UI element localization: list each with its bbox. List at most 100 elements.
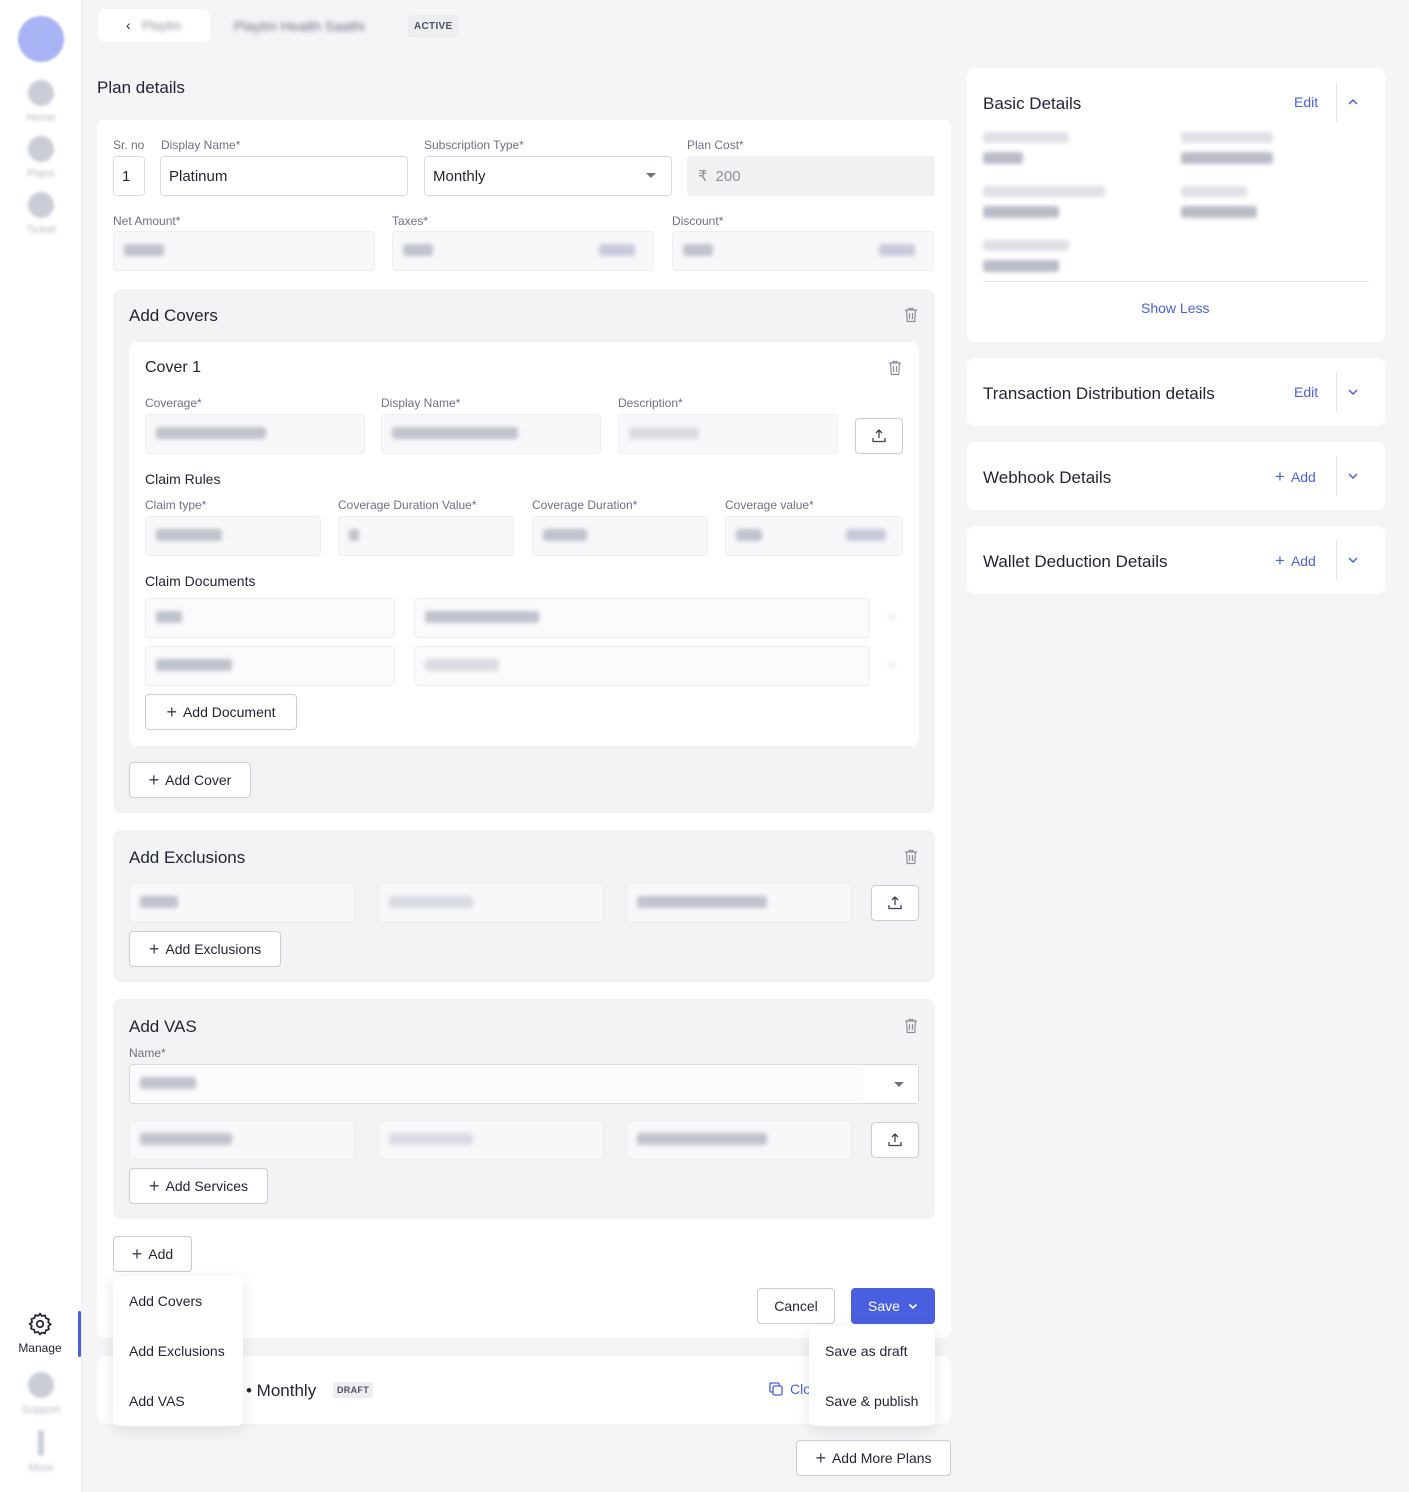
save-button[interactable]: Save [851, 1288, 935, 1324]
ticket-icon [28, 192, 54, 218]
menu-item-add-covers[interactable]: Add Covers [113, 1276, 243, 1326]
sidebar-item-label: Home [26, 112, 56, 124]
transaction-edit[interactable]: Edit [1294, 384, 1318, 400]
back-button[interactable]: ‹ Playtm [98, 9, 210, 42]
avatar[interactable] [18, 16, 64, 62]
sidebar-item-ticket[interactable]: Ticket [8, 192, 74, 236]
coverage-label: Coverage* [145, 396, 202, 410]
claim-rules-heading: Claim Rules [145, 471, 221, 487]
taxes-label: Taxes* [392, 214, 429, 228]
divider [983, 281, 1369, 282]
sidebar-item-support[interactable]: Support [8, 1372, 74, 1416]
coverage-select[interactable] [145, 414, 365, 454]
clone-button[interactable]: Clo [768, 1381, 811, 1397]
covers-heading: Add Covers [129, 306, 218, 325]
sidebar-item-plans[interactable]: Plans [8, 136, 74, 180]
net-amount-label: Net Amount* [113, 214, 181, 228]
discount-label: Discount* [672, 214, 724, 228]
transaction-title: Transaction Distribution details [983, 384, 1215, 403]
add-button[interactable]: + Add [113, 1236, 192, 1272]
add-label: Add [148, 1246, 174, 1262]
vas-heading: Add VAS [129, 1017, 197, 1036]
sr-no-field[interactable]: 1 [113, 156, 145, 196]
upload-button[interactable] [871, 885, 919, 921]
close-icon[interactable]: × [888, 658, 895, 672]
plan-details-heading: Plan details [97, 78, 185, 97]
plan-cost-label: Plan Cost* [687, 138, 744, 152]
trash-icon[interactable] [904, 849, 918, 865]
service-description-field[interactable] [626, 1120, 852, 1160]
show-less-link[interactable]: Show Less [1141, 300, 1209, 316]
plus-icon: + [148, 939, 160, 959]
caret-down-icon [646, 173, 656, 178]
sidebar-item-label: Ticket [26, 224, 56, 236]
chevron-left-icon: ‹ [126, 17, 131, 33]
vas-select-arrow[interactable] [863, 1065, 918, 1103]
close-icon[interactable]: × [888, 610, 895, 624]
exclusions-heading: Add Exclusions [129, 848, 246, 867]
exclusion-description-field[interactable] [626, 883, 852, 923]
basic-details-title: Basic Details [983, 94, 1082, 113]
coverage-value-field[interactable] [725, 516, 903, 556]
menu-item-add-vas[interactable]: Add VAS [113, 1376, 243, 1426]
display-name-field[interactable]: Platinum [160, 156, 408, 196]
plan-cost-value: 200 [715, 167, 741, 185]
add-menu: Add Covers Add Exclusions Add VAS [113, 1276, 243, 1426]
add-more-plans-button[interactable]: + Add More Plans [796, 1440, 951, 1476]
coverage-duration-select[interactable] [532, 516, 708, 556]
plus-icon: + [1275, 551, 1285, 570]
coverage-duration-value-label: Coverage Duration Value* [338, 498, 477, 512]
add-cover-button[interactable]: + Add Cover [129, 762, 251, 798]
service-select[interactable] [129, 1120, 355, 1160]
add-document-button[interactable]: + Add Document [145, 694, 297, 730]
wallet-add[interactable]: + Add [1275, 552, 1316, 569]
upload-button[interactable] [855, 418, 903, 454]
wallet-title: Wallet Deduction Details [983, 552, 1168, 571]
coverage-duration-value-field[interactable] [338, 516, 514, 556]
claim-type-select[interactable] [145, 516, 321, 556]
trash-icon[interactable] [888, 360, 902, 376]
chevron-down-icon[interactable] [1347, 470, 1359, 482]
document-description-field[interactable] [414, 646, 870, 686]
document-name-field[interactable] [145, 598, 395, 638]
cover-display-name-field[interactable] [381, 414, 601, 454]
basic-details-edit[interactable]: Edit [1294, 94, 1318, 110]
document-description-field[interactable] [414, 598, 870, 638]
chevron-up-icon[interactable] [1347, 96, 1359, 108]
trash-icon[interactable] [904, 1018, 918, 1034]
divider [1336, 456, 1337, 496]
coverage-duration-label: Coverage Duration* [532, 498, 638, 512]
menu-item-save-publish[interactable]: Save & publish [809, 1376, 935, 1426]
sidebar-item-more[interactable]: More [8, 1430, 74, 1474]
plus-icon: + [166, 702, 177, 722]
divider [1336, 82, 1337, 122]
discount-field[interactable] [672, 231, 934, 271]
net-amount-field[interactable] [113, 231, 375, 271]
taxes-field[interactable] [392, 231, 654, 271]
menu-item-save-draft[interactable]: Save as draft [809, 1326, 935, 1376]
service-display-name-field[interactable] [378, 1120, 604, 1160]
sidebar-item-manage[interactable]: Manage [0, 1311, 80, 1355]
cancel-button[interactable]: Cancel [757, 1288, 835, 1324]
chevron-down-icon[interactable] [1347, 554, 1359, 566]
add-exclusions-button[interactable]: + Add Exclusions [129, 931, 281, 967]
plus-icon: + [815, 1448, 826, 1468]
chevron-down-icon[interactable] [1347, 386, 1359, 398]
upload-button[interactable] [871, 1122, 919, 1158]
sidebar-item-label: More [28, 1462, 54, 1474]
upload-icon [872, 429, 886, 443]
basic-details-blurred [983, 130, 1369, 272]
webhook-add[interactable]: + Add [1275, 468, 1316, 485]
exclusion-select[interactable] [129, 883, 355, 923]
add-services-button[interactable]: + Add Services [129, 1168, 268, 1204]
trash-icon[interactable] [904, 307, 918, 323]
menu-item-add-exclusions[interactable]: Add Exclusions [113, 1326, 243, 1376]
vas-name-select[interactable] [129, 1064, 919, 1104]
document-name-field[interactable] [145, 646, 395, 686]
sidebar-item-home[interactable]: Home [8, 80, 74, 124]
claim-type-label: Claim type* [145, 498, 207, 512]
description-field[interactable] [618, 414, 838, 454]
exclusion-display-name-field[interactable] [378, 883, 604, 923]
copy-icon [769, 1382, 783, 1396]
subscription-type-select[interactable]: Monthly [424, 156, 672, 196]
